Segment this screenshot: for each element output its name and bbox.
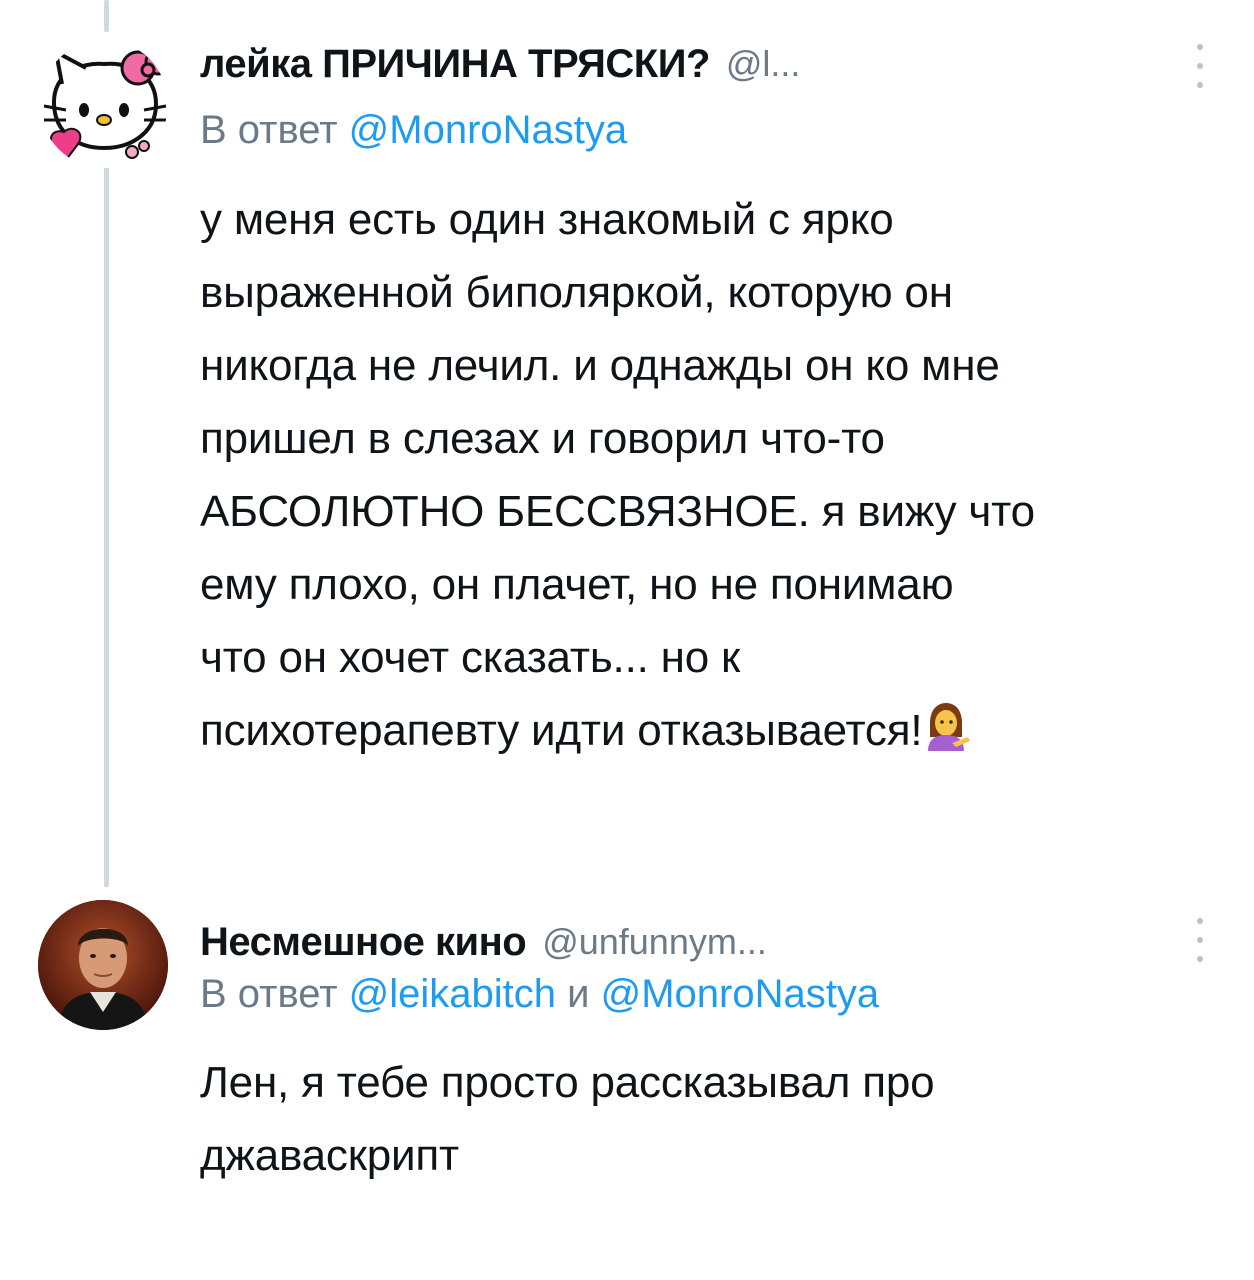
tweet-text-line: никогда не лечил. и однажды он ко мне bbox=[200, 341, 1000, 390]
hello-kitty-avatar-icon bbox=[40, 40, 168, 168]
tweet-text-line: психотерапевту идти отказывается! bbox=[200, 706, 923, 755]
tweet-header: Несмешное кино @unfunnym... bbox=[200, 912, 1194, 972]
tweet-text-line: Лен, я тебе просто рассказывал про bbox=[200, 1058, 935, 1107]
tweet-text-line: АБСОЛЮТНО БЕССВЯЗНОЕ. я вижу что bbox=[200, 487, 1035, 536]
tweet-1[interactable]: лейка ПРИЧИНА ТРЯСКИ? @l... В ответ @Mon… bbox=[0, 0, 1254, 860]
more-options-icon[interactable] bbox=[1194, 44, 1206, 88]
avatar[interactable] bbox=[40, 40, 168, 168]
author-handle[interactable]: @l... bbox=[726, 43, 801, 85]
more-options-icon[interactable] bbox=[1194, 918, 1206, 962]
tweet-text-line-last: психотерапевту идти отказывается! bbox=[200, 694, 1210, 773]
reply-mention[interactable]: @leikabitch bbox=[349, 972, 556, 1016]
tweet-text: у меня есть один знакомый с ярко выражен… bbox=[200, 183, 1210, 773]
author-name[interactable]: лейка ПРИЧИНА ТРЯСКИ? bbox=[200, 42, 710, 87]
author-handle[interactable]: @unfunnym... bbox=[542, 921, 767, 963]
reply-context: В ответ @MonroNastya bbox=[200, 108, 627, 153]
tweet-text: Лен, я тебе просто рассказывал про джава… bbox=[200, 1046, 1210, 1192]
tweet-header: лейка ПРИЧИНА ТРЯСКИ? @l... bbox=[200, 34, 1194, 94]
reply-prefix: В ответ bbox=[200, 972, 338, 1016]
tweet-text-line: пришел в слезах и говорил что-то bbox=[200, 414, 885, 463]
reply-mention[interactable]: @MonroNastya bbox=[601, 972, 879, 1016]
tweet-text-line: что он хочет сказать... но к bbox=[200, 633, 741, 682]
reply-context: В ответ @leikabitch и @MonroNastya bbox=[200, 972, 879, 1017]
man-portrait-avatar-icon bbox=[38, 900, 168, 1030]
reply-joiner: и bbox=[567, 972, 590, 1016]
tweet-text-line: ему плохо, он плачет, но не понимаю bbox=[200, 560, 954, 609]
avatar[interactable] bbox=[38, 900, 168, 1030]
tweet-text-line: у меня есть один знакомый с ярко bbox=[200, 195, 894, 244]
person-tipping-hand-emoji-icon bbox=[924, 700, 971, 773]
tweet-text-line: выраженной биполяркой, которую он bbox=[200, 268, 953, 317]
reply-mention[interactable]: @MonroNastya bbox=[349, 108, 627, 152]
tweet-text-line: джаваскрипт bbox=[200, 1131, 460, 1180]
author-name[interactable]: Несмешное кино bbox=[200, 920, 527, 965]
reply-prefix: В ответ bbox=[200, 108, 338, 152]
tweet-2[interactable]: Несмешное кино @unfunnym... В ответ @lei… bbox=[0, 880, 1254, 1280]
